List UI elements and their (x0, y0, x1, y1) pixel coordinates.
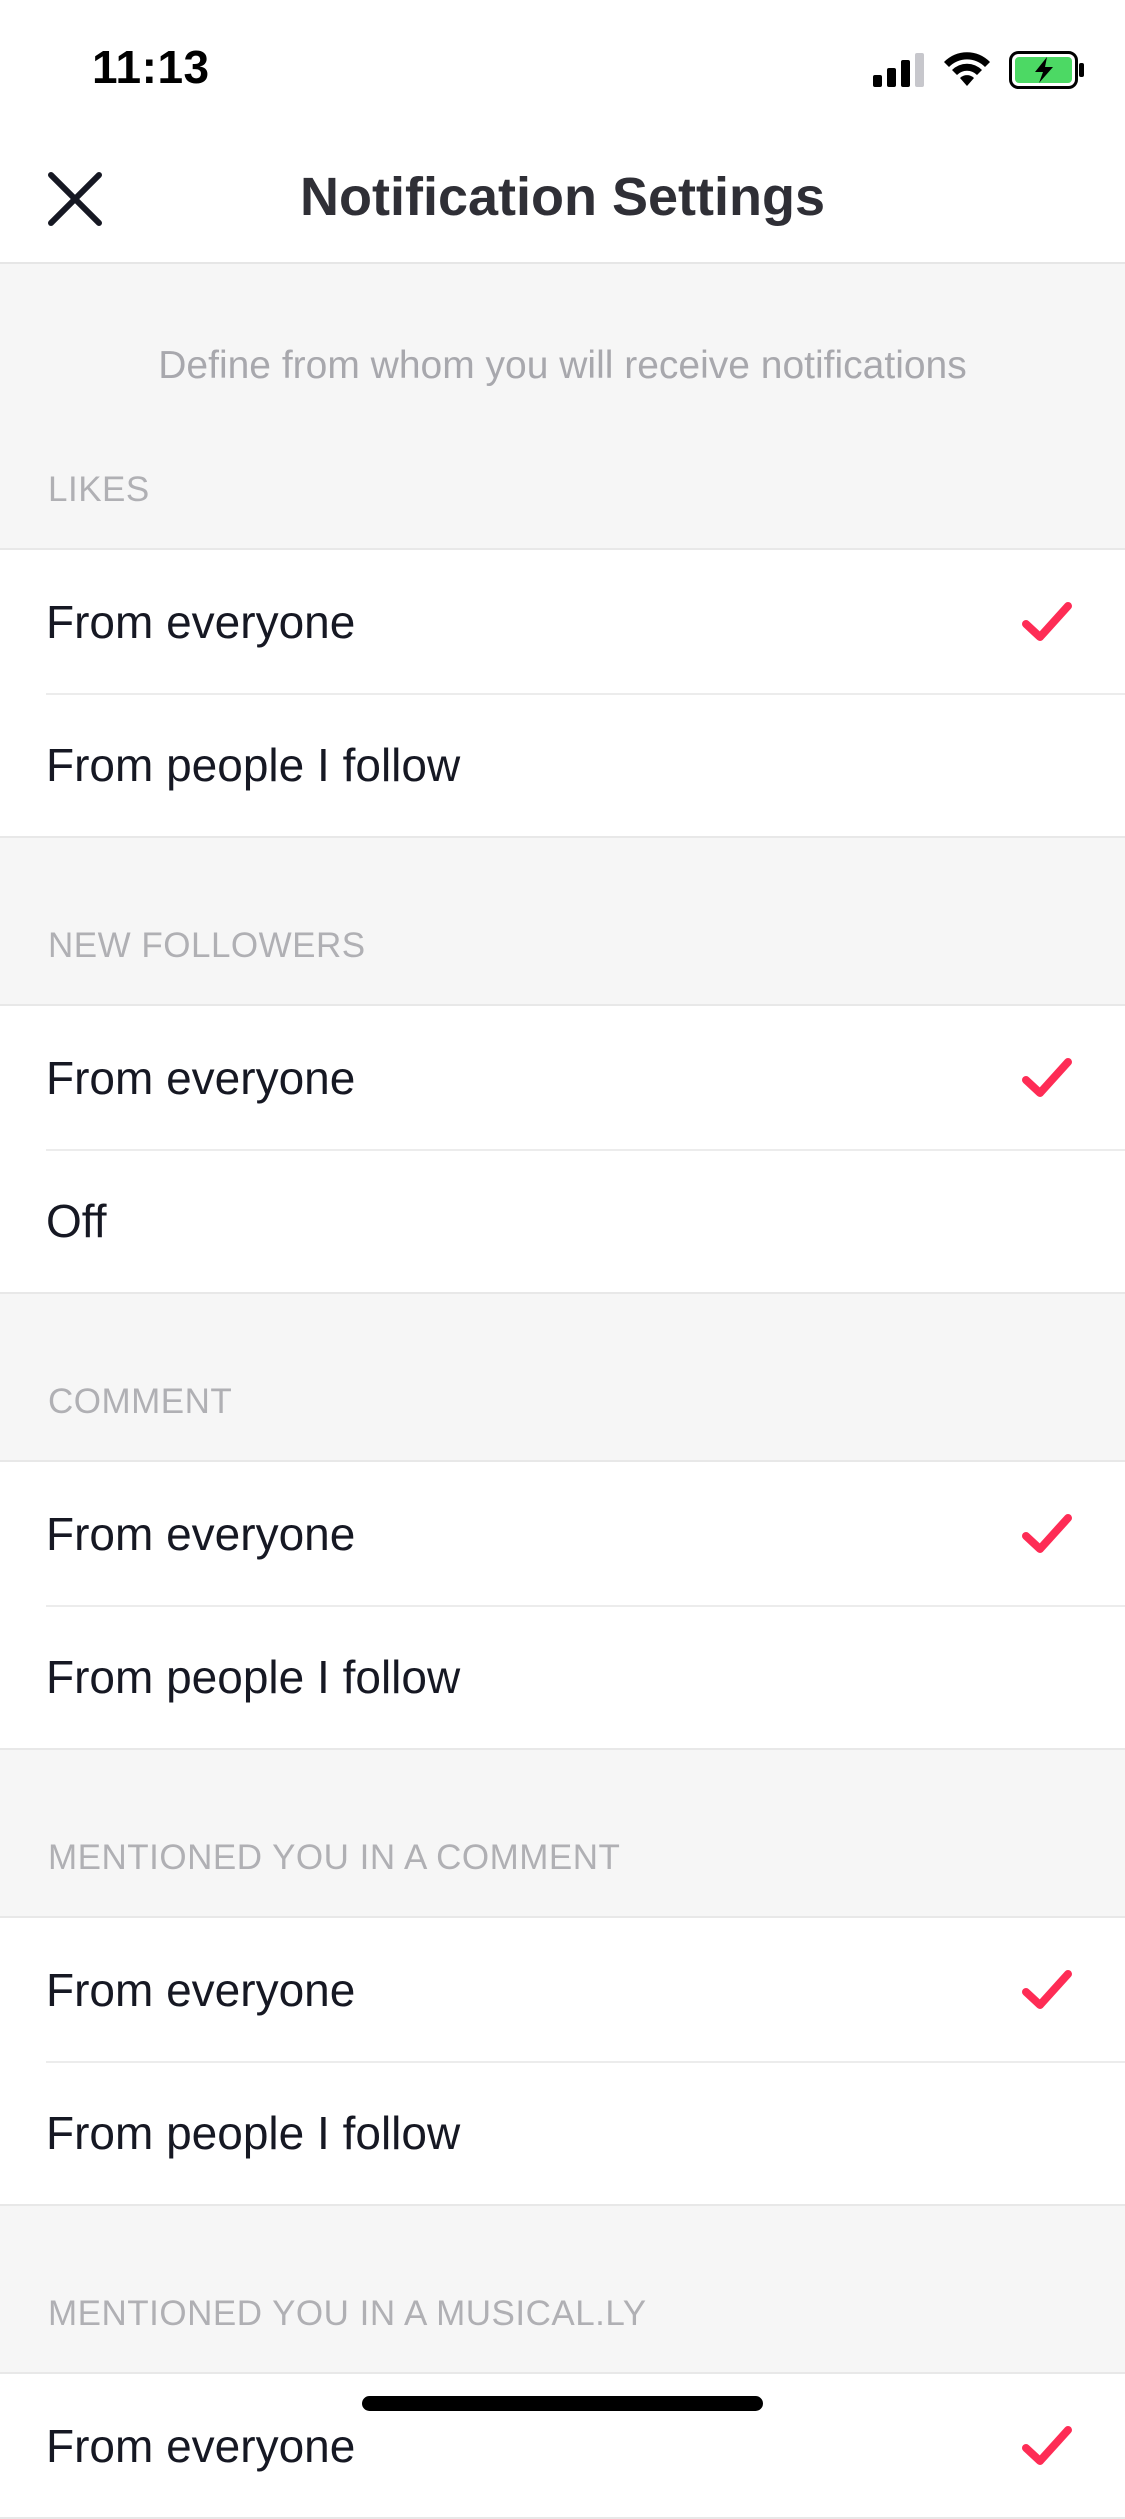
section-header: COMMENT (0, 1382, 1125, 1462)
option-list: From everyone From people I follow (0, 1462, 1125, 1750)
home-indicator[interactable] (362, 2396, 763, 2411)
page-title: Notification Settings (300, 167, 825, 227)
navigation-bar: Notification Settings (0, 132, 1125, 264)
checkmark-icon (1022, 1969, 1072, 2009)
option-label: Off (46, 1194, 107, 1247)
option-label: From everyone (46, 1051, 356, 1104)
settings-sections: LIKES From everyone From people I follow NE… (0, 470, 1125, 2519)
option-label: From everyone (46, 2419, 356, 2472)
status-bar: 11:13 (0, 0, 1125, 132)
option-label: From everyone (46, 1963, 356, 2016)
checkmark-icon (1022, 1057, 1072, 1097)
option-row[interactable]: From people I follow (0, 1605, 1125, 1748)
option-label: From everyone (46, 1507, 356, 1560)
option-row[interactable]: Off (0, 1149, 1125, 1292)
checkmark-icon (1022, 601, 1072, 641)
option-label: From everyone (46, 595, 356, 648)
option-label: From people I follow (46, 2106, 461, 2159)
option-row[interactable]: From everyone (0, 1462, 1125, 1605)
checkmark-icon (1022, 1513, 1072, 1553)
cellular-signal-icon (873, 53, 924, 87)
option-list: From everyone From people I follow (0, 550, 1125, 838)
option-list: From everyone Off (0, 1006, 1125, 1294)
section-header: MENTIONED YOU IN A MUSICAL.LY (0, 2294, 1125, 2374)
status-icons (873, 48, 1085, 92)
section-header: NEW FOLLOWERS (0, 926, 1125, 1006)
status-time: 11:13 (92, 41, 210, 93)
option-row[interactable]: From everyone (0, 550, 1125, 693)
option-row[interactable]: From people I follow (0, 693, 1125, 836)
option-row[interactable]: From everyone (0, 1006, 1125, 1149)
settings-content[interactable]: Define from whom you will receive notifi… (0, 264, 1125, 2519)
option-list: From everyone From people I follow (0, 1918, 1125, 2206)
checkmark-icon (1022, 2425, 1072, 2465)
option-row[interactable]: From people I follow (0, 2061, 1125, 2204)
option-label: From people I follow (46, 738, 461, 791)
option-label: From people I follow (46, 1650, 461, 1703)
section-header: LIKES (0, 470, 1125, 550)
wifi-icon (944, 52, 990, 86)
settings-description: Define from whom you will receive notifi… (158, 344, 967, 387)
section-header: MENTIONED YOU IN A COMMENT (0, 1838, 1125, 1918)
option-row[interactable]: From everyone (0, 1918, 1125, 2061)
battery-charging-icon (1009, 51, 1084, 89)
